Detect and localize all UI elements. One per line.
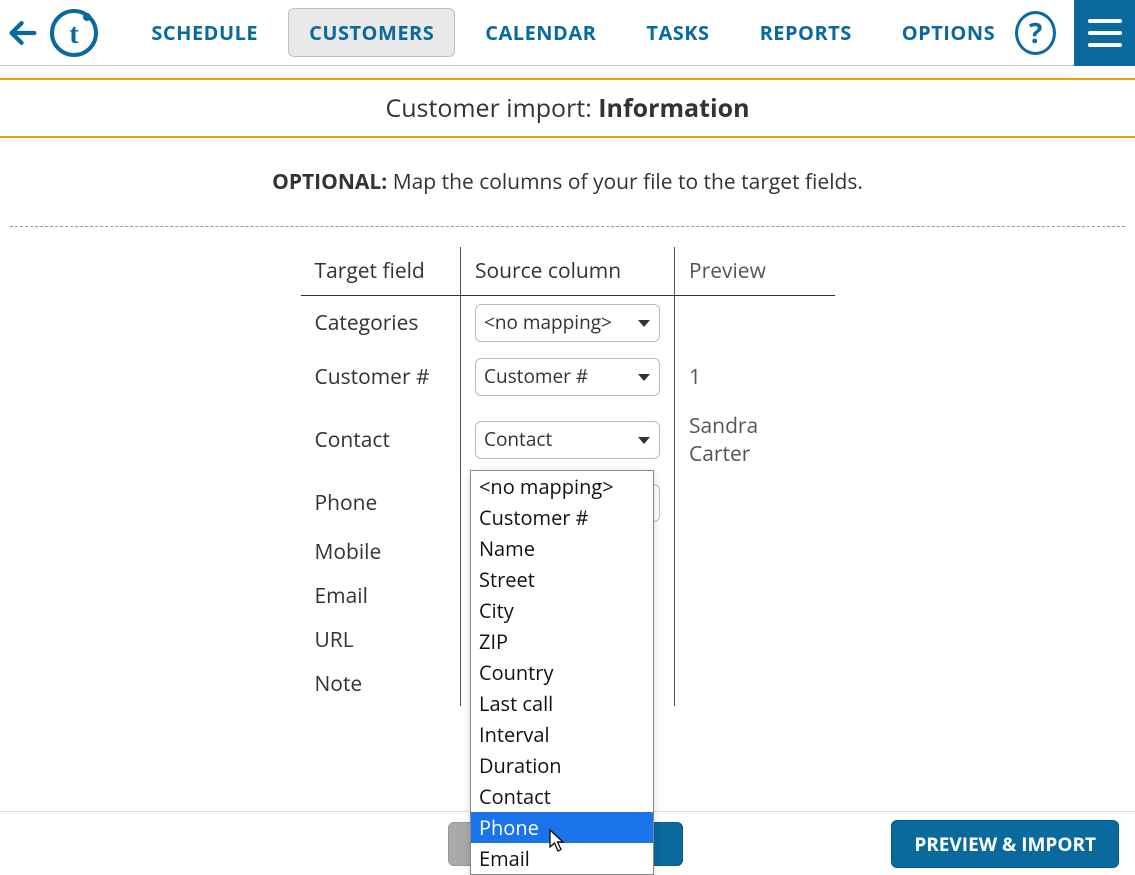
- preview-value: [675, 296, 835, 351]
- source-select[interactable]: Contact: [475, 421, 660, 459]
- target-field-label: Phone: [301, 476, 461, 530]
- preview-value: [675, 662, 835, 706]
- preview-value: [675, 476, 835, 530]
- page-title-prefix: Customer import:: [385, 91, 598, 125]
- source-cell: <no mapping>: [461, 296, 675, 351]
- target-field-label: Note: [301, 662, 461, 706]
- preview-value: [675, 530, 835, 574]
- dropdown-option[interactable]: Name: [471, 533, 653, 564]
- dropdown-option[interactable]: Phone: [471, 812, 653, 843]
- svg-text:t: t: [69, 19, 79, 50]
- dropdown-option[interactable]: Customer #: [471, 502, 653, 533]
- source-cell: Customer #: [461, 350, 675, 404]
- app-logo: t: [46, 8, 101, 58]
- preview-value: [675, 618, 835, 662]
- dropdown-option[interactable]: Duration: [471, 750, 653, 781]
- table-row: Contact Contact Sandra Carter: [301, 404, 835, 476]
- preview-import-button[interactable]: PREVIEW & IMPORT: [891, 820, 1119, 868]
- page-title-bar: Customer import: Information: [0, 78, 1135, 138]
- preview-value: [675, 574, 835, 618]
- table-row: Categories <no mapping>: [301, 296, 835, 351]
- menu-button[interactable]: [1074, 0, 1135, 66]
- preview-value: Sandra Carter: [675, 404, 835, 476]
- dropdown-option[interactable]: City: [471, 595, 653, 626]
- nav-calendar[interactable]: CALENDAR: [465, 9, 616, 56]
- dropdown-option[interactable]: ZIP: [471, 626, 653, 657]
- header-source: Source column: [461, 247, 675, 296]
- help-button[interactable]: ?: [1015, 11, 1056, 55]
- nav-tasks[interactable]: TASKS: [626, 9, 729, 56]
- target-field-label: Mobile: [301, 530, 461, 574]
- dropdown-option[interactable]: Contact: [471, 781, 653, 812]
- nav-options[interactable]: OPTIONS: [882, 9, 1015, 56]
- header-target: Target field: [301, 247, 461, 296]
- header-preview: Preview: [675, 247, 835, 296]
- dropdown-option[interactable]: <no mapping>: [471, 471, 653, 502]
- help-icon: ?: [1029, 14, 1042, 52]
- source-select[interactable]: Customer #: [475, 358, 660, 396]
- nav-items: SCHEDULE CUSTOMERS CALENDAR TASKS REPORT…: [131, 8, 1015, 57]
- logo-icon: t: [49, 8, 99, 58]
- dropdown-option[interactable]: Street: [471, 564, 653, 595]
- target-field-label: Email: [301, 574, 461, 618]
- source-select[interactable]: <no mapping>: [475, 304, 660, 342]
- nav-customers[interactable]: CUSTOMERS: [288, 8, 455, 57]
- source-cell: Contact: [461, 404, 675, 476]
- nav-reports[interactable]: REPORTS: [740, 9, 872, 56]
- target-field-label: Customer #: [301, 350, 461, 404]
- instructions: OPTIONAL: Map the columns of your file t…: [10, 168, 1125, 196]
- target-field-label: Contact: [301, 404, 461, 476]
- instructions-text: Map the columns of your file to the targ…: [387, 168, 863, 196]
- arrow-left-icon: [6, 16, 40, 50]
- top-nav: t SCHEDULE CUSTOMERS CALENDAR TASKS REPO…: [0, 0, 1135, 66]
- dropdown-option[interactable]: Country: [471, 657, 653, 688]
- dropdown-option[interactable]: Interval: [471, 719, 653, 750]
- target-field-label: URL: [301, 618, 461, 662]
- page-title: Information: [598, 91, 749, 125]
- nav-schedule[interactable]: SCHEDULE: [131, 9, 278, 56]
- hamburger-icon: [1088, 19, 1122, 23]
- divider: [10, 226, 1125, 227]
- dropdown-option[interactable]: Last call: [471, 688, 653, 719]
- instructions-label: OPTIONAL:: [272, 168, 387, 196]
- dropdown-option[interactable]: Email: [471, 843, 653, 874]
- table-row: Customer # Customer # 1: [301, 350, 835, 404]
- preview-value: 1: [675, 350, 835, 404]
- target-field-label: Categories: [301, 296, 461, 351]
- source-dropdown-open[interactable]: <no mapping>Customer #NameStreetCityZIPC…: [470, 470, 654, 875]
- back-button[interactable]: [0, 16, 46, 50]
